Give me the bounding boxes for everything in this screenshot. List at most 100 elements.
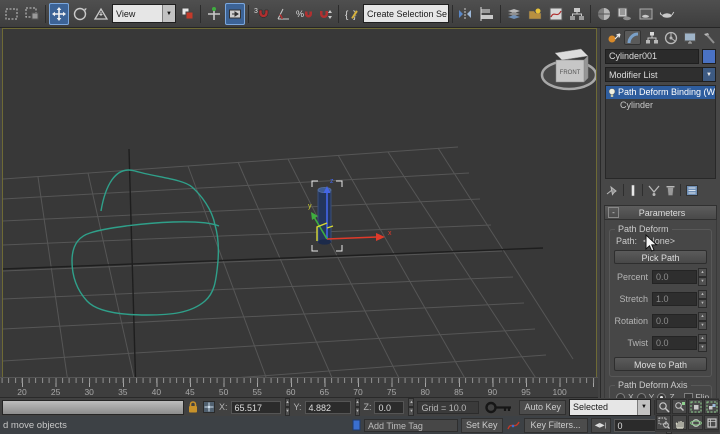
schematic-view-icon[interactable] (567, 3, 587, 25)
pin-stack-icon[interactable] (605, 184, 619, 197)
modifier-stack-row-cylinder[interactable]: Cylinder (606, 99, 715, 112)
use-pivot-point-center-icon[interactable] (177, 3, 197, 25)
snaps-toggle-3d-icon[interactable]: 3 (252, 3, 272, 25)
gizmo-z-label: z (330, 178, 334, 185)
coord-x-spinner[interactable]: ▲ ▼ (284, 398, 291, 416)
coord-y-field[interactable]: 4.882 (304, 400, 351, 414)
zoom-extents-icon[interactable] (688, 399, 703, 414)
curve-editor-icon[interactable] (546, 3, 566, 25)
layer-manager-icon[interactable] (504, 3, 524, 25)
collapse-icon[interactable]: - (608, 207, 619, 218)
move-to-path-button[interactable]: Move to Path (614, 357, 707, 371)
add-time-tag-field[interactable]: Add Time Tag (364, 418, 458, 432)
select-and-manipulate-icon[interactable] (204, 3, 224, 25)
select-and-scale-icon[interactable] (91, 3, 111, 25)
mirror-icon[interactable] (456, 3, 476, 25)
modifier-list-label: Modifier List (605, 67, 703, 82)
tab-modify[interactable] (624, 30, 641, 45)
lightbulb-icon[interactable] (606, 87, 618, 98)
zoom-icon[interactable] (656, 399, 671, 414)
coord-z-field[interactable]: 0.0 (374, 400, 405, 414)
coord-y-spinner[interactable]: ▲ ▼ (354, 398, 361, 416)
window-crossing-icon[interactable] (22, 3, 42, 25)
stretch-spinner[interactable]: ▲ ▼ (698, 290, 707, 308)
coord-x-field[interactable]: 65.517 (230, 400, 281, 414)
tab-hierarchy[interactable] (643, 30, 660, 45)
viewcube-front-label[interactable]: FRONT (560, 70, 581, 76)
gizmo-x-label: x (388, 230, 392, 237)
twist-spinner[interactable]: ▲ ▼ (698, 334, 707, 352)
set-keys-key-icon[interactable] (485, 400, 513, 415)
perspective-viewport[interactable]: z y x FRONT (2, 28, 597, 397)
rotation-spinner[interactable]: ▲ ▼ (698, 312, 707, 330)
angle-snap-toggle-icon[interactable] (273, 3, 293, 25)
chevron-down-icon[interactable]: ▼ (703, 67, 716, 82)
timeline-frame-label: 45 (185, 387, 195, 397)
auto-key-button[interactable]: Auto Key (519, 399, 566, 415)
tab-display[interactable] (681, 30, 698, 45)
selection-lock-icon[interactable] (187, 400, 199, 414)
chevron-down-icon[interactable]: ▼ (636, 399, 650, 415)
named-selection-set-dropdown[interactable]: Create Selection Se ▼ (363, 4, 449, 23)
parameters-rollout-header[interactable]: - Parameters (604, 205, 717, 220)
render-setup-icon[interactable] (615, 3, 635, 25)
key-selection-dropdown[interactable]: Selected ▼ (568, 398, 651, 416)
coord-y-label: Y: (293, 402, 302, 412)
tab-create[interactable] (605, 30, 622, 45)
rendered-frame-window-icon[interactable] (636, 3, 656, 25)
percent-spinner[interactable]: ▲ ▼ (698, 268, 707, 286)
viewcube[interactable]: FRONT (540, 48, 596, 91)
orbit-icon[interactable] (688, 415, 703, 430)
set-key-button[interactable]: Set Key (461, 417, 503, 433)
twist-field[interactable]: 0.0 (652, 336, 697, 350)
configure-modifier-sets-icon[interactable] (685, 184, 699, 197)
remove-modifier-icon[interactable] (665, 184, 676, 197)
viewport-navigation (655, 398, 719, 432)
edit-named-selection-sets-icon[interactable]: {} (342, 3, 362, 25)
select-and-move-icon[interactable] (49, 2, 69, 25)
rotation-field[interactable]: 0.0 (652, 314, 697, 328)
align-icon[interactable] (477, 3, 497, 25)
modifier-stack-row-path-deform[interactable]: Path Deform Binding (WS (606, 86, 715, 99)
timeline-track-bar[interactable]: 20 25 30 35 40 45 50 55 60 65 70 75 80 85 90 95 100 (0, 377, 598, 398)
tab-utilities[interactable] (700, 30, 717, 45)
command-panel-tabs (601, 28, 720, 46)
show-end-result-icon[interactable] (628, 184, 638, 197)
scene-explorer-icon[interactable] (525, 3, 545, 25)
time-tag-icon (352, 419, 361, 431)
maximize-viewport-icon[interactable] (704, 415, 719, 430)
pick-path-button[interactable]: Pick Path (614, 250, 707, 264)
rectangular-selection-region-icon[interactable] (1, 3, 21, 25)
percent-snap-toggle-icon[interactable]: % (294, 3, 314, 25)
timeline-frame-label: 40 (151, 387, 162, 397)
object-color-swatch[interactable] (701, 49, 716, 64)
tab-motion[interactable] (662, 30, 679, 45)
stretch-label: Stretch (619, 294, 648, 304)
zoom-extents-all-icon[interactable] (704, 399, 719, 414)
coord-z-label: Z: (363, 402, 372, 412)
key-tangents-icon[interactable] (506, 418, 521, 432)
coord-z-spinner[interactable]: ▲ ▼ (408, 398, 415, 416)
modifier-list-dropdown[interactable]: Modifier List ▼ (605, 67, 716, 82)
pan-hand-icon[interactable] (672, 415, 687, 430)
render-production-icon[interactable] (657, 3, 677, 25)
percent-field[interactable]: 0.0 (652, 270, 697, 284)
spinner-snap-toggle-icon[interactable] (315, 3, 335, 25)
timeline-frame-label: 35 (118, 387, 128, 397)
modifier-stack-toolbar (601, 179, 720, 200)
key-filters-button[interactable]: Key Filters... (523, 417, 588, 433)
timeline-frame-label: 25 (50, 387, 61, 397)
stretch-field[interactable]: 1.0 (652, 292, 697, 306)
key-mode-toggle[interactable]: ◀▶| (590, 417, 611, 433)
absolute-mode-icon[interactable] (202, 400, 216, 414)
select-and-rotate-icon[interactable] (70, 3, 90, 25)
keyboard-override-toggle-icon[interactable] (225, 2, 245, 25)
material-editor-icon[interactable] (594, 3, 614, 25)
make-unique-icon[interactable] (647, 184, 661, 197)
object-name-field[interactable]: Cylinder001 (605, 49, 699, 64)
chevron-down-icon[interactable]: ▼ (162, 5, 175, 22)
maxscript-mini-listener[interactable] (2, 399, 184, 415)
zoom-all-icon[interactable] (672, 399, 687, 414)
zoom-region-icon[interactable] (656, 415, 671, 430)
reference-coordinate-system-dropdown[interactable]: View ▼ (112, 4, 176, 23)
